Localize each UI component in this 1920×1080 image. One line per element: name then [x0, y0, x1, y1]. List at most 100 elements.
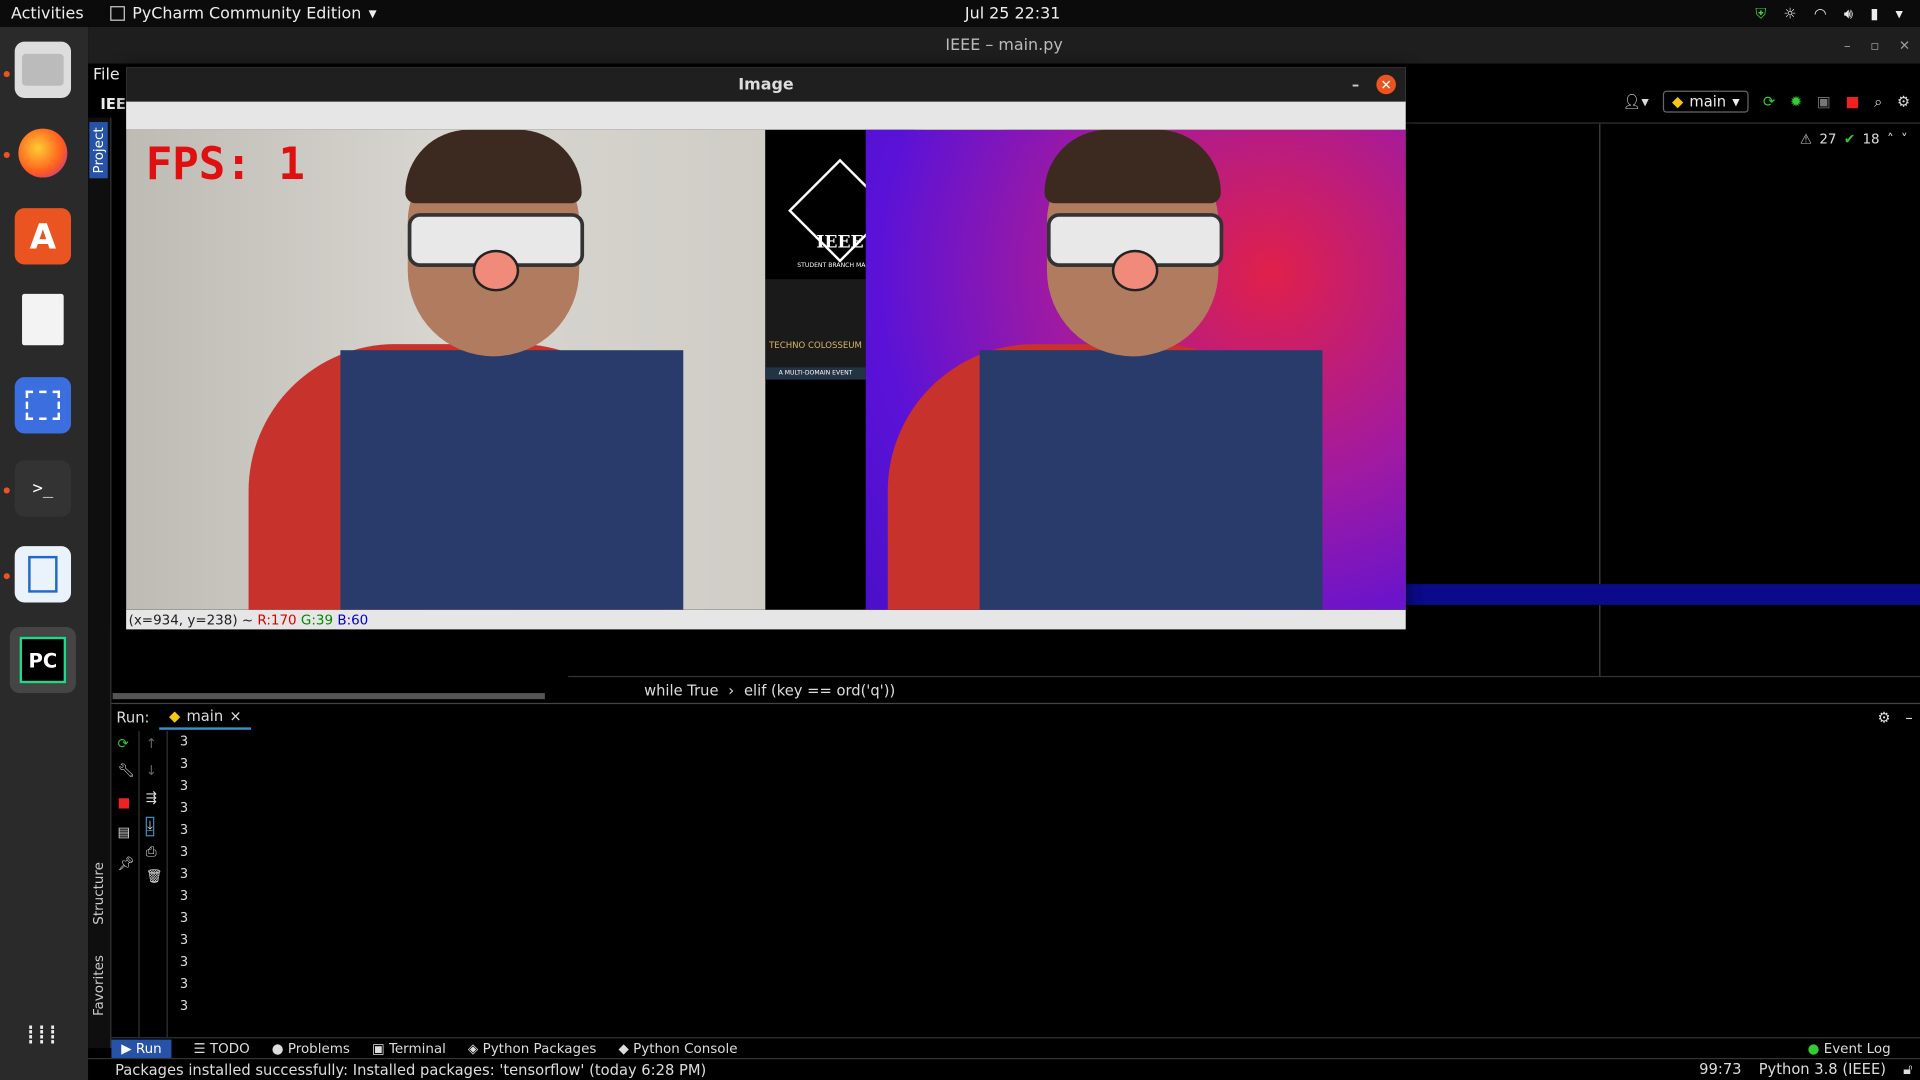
gear-icon[interactable]: ⚙ [1877, 708, 1890, 725]
status-message[interactable]: Packages installed successfully: Install… [115, 1061, 706, 1078]
breadcrumb-separator-icon: › [728, 681, 735, 699]
minimize-button[interactable]: – [1844, 37, 1851, 53]
horizontal-scrollbar[interactable] [112, 693, 545, 700]
close-button[interactable]: ✕ [1376, 74, 1396, 95]
app-menu[interactable]: PyCharm Community Edition ▾ [110, 4, 377, 23]
files-icon[interactable] [14, 41, 72, 98]
chevron-up-icon[interactable]: ˄ [1887, 131, 1894, 147]
tab-python-packages[interactable]: ◈ Python Packages [468, 1040, 596, 1056]
breadcrumb-item[interactable]: elif (key == ord('q')) [744, 681, 895, 698]
console-line: 3 [180, 755, 189, 772]
console-line: 3 [180, 865, 189, 882]
nose-filter [472, 249, 520, 292]
python-icon: ◆ [1671, 93, 1684, 111]
arrow-down-icon[interactable]: ↓ [146, 763, 157, 779]
run-config-selector[interactable]: ◆ main ▾ [1663, 90, 1749, 113]
volume-icon[interactable]: 🔊︎ [1844, 4, 1853, 22]
debug-icon[interactable]: ✹ [1790, 93, 1802, 110]
menu-file[interactable]: File [93, 66, 120, 84]
camera-canvas[interactable]: FPS: 1 IEEE STUDENT BRANCH MANIPAL TECHN… [126, 129, 1406, 610]
warning-icon: ⚠ [1799, 131, 1812, 147]
caret-position[interactable]: 99:73 [1699, 1060, 1741, 1078]
coverage-icon[interactable]: ▣ [1817, 93, 1831, 110]
chevron-down-icon: ▾ [368, 4, 377, 23]
document-viewer-icon[interactable] [15, 291, 71, 347]
show-apps-icon[interactable]: ⁞⁞⁞ [15, 1007, 71, 1063]
pycharm-icon[interactable]: PC [9, 626, 76, 694]
rerun-icon[interactable]: ⟳ [1763, 93, 1775, 110]
trash-icon[interactable]: 🗑︎ [146, 868, 163, 884]
writer-icon[interactable] [14, 546, 72, 603]
tab-terminal[interactable]: ▣ Terminal [372, 1040, 446, 1056]
console-line: 3 [180, 953, 189, 970]
console-line: 3 [180, 777, 189, 794]
person-apron [340, 350, 684, 610]
left-tool-strip: Project Structure Favorites [88, 117, 112, 1049]
tab-run[interactable]: ▶ Run [111, 1038, 172, 1058]
console-line: 3 [180, 909, 189, 926]
console-line: 3 [180, 931, 189, 948]
lock-icon[interactable]: 🔓︎ [1903, 1060, 1913, 1078]
python-icon: ◆ [169, 707, 181, 725]
tab-problems[interactable]: ● Problems [272, 1040, 350, 1056]
wifi-icon[interactable]: ◠ [1814, 5, 1827, 22]
tab-python-console[interactable]: ◆ Python Console [618, 1040, 737, 1056]
tab-event-log[interactable]: ● Event Log [1808, 1040, 1891, 1056]
screenshot-icon[interactable] [14, 377, 72, 434]
maximize-button[interactable]: ▫ [1870, 37, 1879, 53]
warning-count: 27 [1819, 131, 1837, 147]
run-tab-main[interactable]: ◆ main × [159, 705, 252, 730]
activities-button[interactable]: Activities [11, 4, 84, 22]
rerun-icon[interactable]: ⟳ [118, 736, 129, 752]
console-line: 3 [180, 821, 189, 838]
wrench-icon[interactable]: 🔧︎ [118, 763, 135, 779]
breadcrumb: while True › elif (key == ord('q')) [568, 675, 1920, 703]
system-tray[interactable]: ⛨ ☼ ◠ 🔊︎ ▮ ▾ [1755, 4, 1903, 22]
layout-icon[interactable]: ▤ [118, 824, 131, 840]
arrow-up-icon[interactable]: ↑ [146, 736, 157, 752]
tab-terminal-label: Terminal [388, 1040, 446, 1057]
minimize-button[interactable]: – [1352, 76, 1359, 93]
terminal-icon[interactable]: >_ [14, 460, 72, 517]
image-window-titlebar: Image – ✕ [126, 67, 1406, 102]
console-line: 3 [180, 887, 189, 904]
print-icon[interactable]: ⎙ [146, 844, 157, 861]
chevron-down-icon[interactable]: ▾ [1895, 5, 1902, 22]
clock[interactable]: Jul 25 22:31 [965, 4, 1060, 22]
battery-icon[interactable]: ▮ [1870, 5, 1878, 22]
inspections-widget[interactable]: ⚠ 27 ✔ 18 ˄ ˅ [1800, 131, 1908, 147]
minimize-panel-icon[interactable]: – [1905, 708, 1912, 725]
run-config-label: main [1689, 93, 1727, 111]
console-line: 3 [180, 799, 189, 816]
breadcrumb-item[interactable]: while True [644, 681, 718, 698]
software-store-icon[interactable]: A [14, 208, 72, 265]
close-icon[interactable]: × [229, 707, 241, 724]
stop-icon[interactable]: ■ [1846, 93, 1860, 110]
main-toolbar: 👤︎▾ ◆ main ▾ ⟳ ✹ ▣ ■ ⌕ ⚙ [1406, 86, 1920, 118]
stop-icon[interactable]: ■ [118, 795, 131, 811]
search-icon[interactable]: ⌕ [1874, 92, 1882, 110]
tab-todo[interactable]: ☰ TODO [194, 1040, 250, 1056]
chevron-down-icon[interactable]: ˅ [1901, 131, 1908, 147]
project-label[interactable]: IEE [100, 96, 126, 113]
running-indicator [3, 71, 10, 78]
close-button[interactable]: ✕ [1899, 37, 1910, 53]
run-console-output[interactable]: 3 3 3 3 3 3 3 3 3 3 3 3 3 [168, 731, 1920, 1037]
brightness-icon[interactable]: ☼ [1784, 5, 1797, 22]
soft-wrap-icon[interactable]: ⇶ [146, 790, 157, 806]
run-actions-gutter: ⟳ 🔧︎ ■ ▤ 📌︎ [111, 731, 140, 1038]
user-icon[interactable]: 👤︎▾ [1623, 93, 1649, 110]
system-top-bar: Activities PyCharm Community Edition ▾ J… [0, 0, 1920, 27]
firefox-icon[interactable] [15, 125, 71, 181]
interpreter[interactable]: Python 3.8 (IEEE) [1759, 1060, 1886, 1078]
shield-icon[interactable]: ⛨ [1755, 4, 1766, 22]
tab-structure[interactable]: Structure [89, 857, 107, 929]
tab-project[interactable]: Project [89, 122, 108, 179]
pin-icon[interactable]: 📌︎ [118, 856, 135, 872]
editor-area[interactable]: ⚠ 27 ✔ 18 ˄ ˅ [1405, 122, 1920, 678]
tab-favorites[interactable]: Favorites [89, 950, 107, 1021]
run-label: Run: [116, 708, 150, 726]
person-hair [405, 129, 582, 204]
gear-icon[interactable]: ⚙ [1897, 93, 1910, 110]
scroll-to-end-icon[interactable]: ⤓ [145, 816, 155, 837]
